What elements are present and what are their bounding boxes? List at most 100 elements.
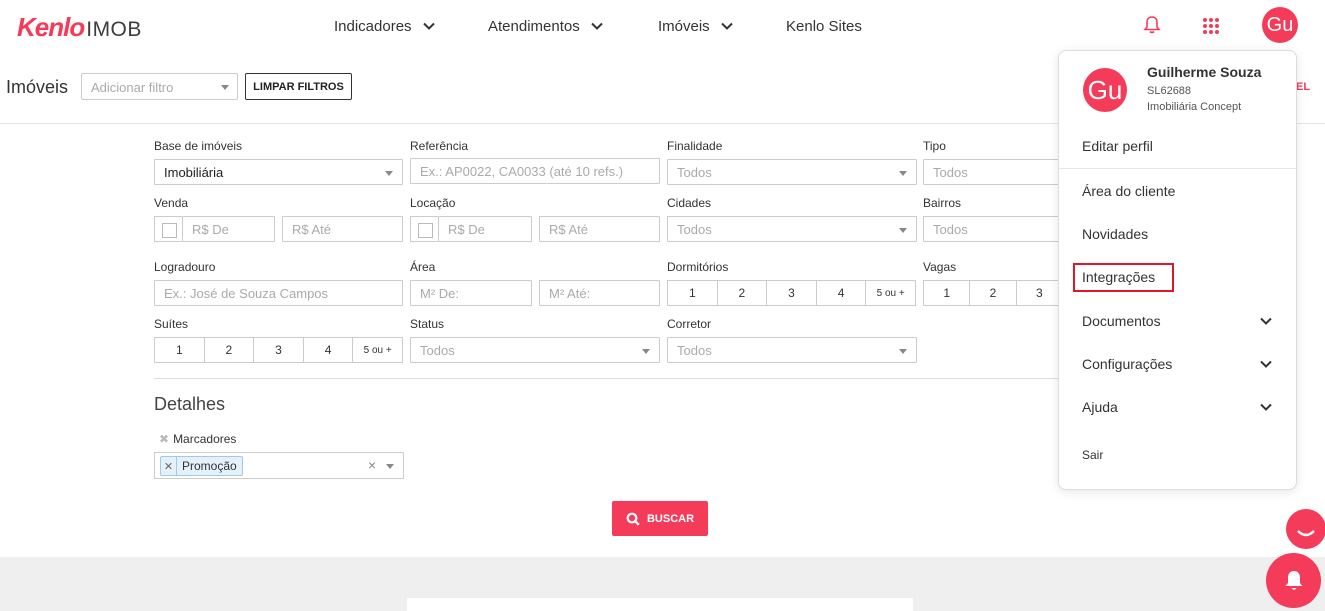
suites-label: Suítes — [154, 317, 189, 331]
search-button[interactable]: BUSCAR — [612, 501, 708, 536]
apps-grid-icon[interactable] — [1200, 15, 1222, 37]
menu-item-news[interactable]: Novidades — [1082, 226, 1148, 242]
suites-option-5-plus[interactable]: 5 ou + — [353, 338, 402, 362]
base-value: Imobiliária — [164, 165, 224, 180]
suites-option-1[interactable]: 1 — [155, 338, 205, 362]
chat-button[interactable] — [1286, 509, 1325, 549]
user-avatar[interactable]: Gu — [1262, 7, 1298, 43]
chevron-down-icon — [590, 19, 604, 33]
venda-from-input[interactable]: R$ De — [182, 216, 275, 242]
locacao-checkbox[interactable] — [410, 216, 438, 242]
page-title: Imóveis — [6, 77, 69, 97]
marcadores-select[interactable]: ✕ Promoção × — [154, 452, 404, 479]
status-placeholder: Todos — [420, 343, 455, 358]
menu-divider — [1059, 168, 1296, 169]
dormitorios-option-1[interactable]: 1 — [668, 281, 718, 305]
user-code: SL62688 — [1147, 85, 1192, 97]
nav-atendimentos-label: Atendimentos — [488, 17, 580, 35]
base-select[interactable]: Imobiliária — [154, 159, 403, 185]
kenlo-logo[interactable]: Kenlo IMOB — [17, 12, 142, 42]
dormitorios-option-2[interactable]: 2 — [718, 281, 768, 305]
remove-filter-icon[interactable]: ✖ — [159, 432, 169, 446]
details-title: Detalhes — [154, 394, 226, 414]
locacao-from-input[interactable]: R$ De — [438, 216, 532, 242]
suites-option-2[interactable]: 2 — [205, 338, 255, 362]
tag-chip: ✕ Promoção — [160, 456, 243, 476]
logo-product: IMOB — [86, 18, 142, 41]
add-filter-select[interactable]: Adicionar filtro — [81, 73, 238, 100]
locacao-to-placeholder: R$ Até — [549, 222, 589, 237]
bell-icon — [1285, 570, 1302, 590]
status-select[interactable]: Todos — [410, 337, 660, 363]
nav-imoveis-label: Imóveis — [658, 17, 710, 35]
suites-option-3[interactable]: 3 — [254, 338, 304, 362]
caret-down-icon — [899, 228, 907, 233]
venda-label: Venda — [154, 196, 189, 210]
caret-down-icon — [221, 85, 229, 90]
finalidade-placeholder: Todos — [677, 165, 712, 180]
locacao-label: Locação — [410, 196, 456, 210]
corretor-placeholder: Todos — [677, 343, 712, 358]
marcadores-label: Marcadores — [173, 432, 237, 446]
menu-item-documents[interactable]: Documentos — [1082, 313, 1161, 329]
chevron-down-icon — [1259, 357, 1273, 371]
nav-atendimentos[interactable]: Atendimentos — [488, 0, 604, 52]
caret-down-icon — [899, 171, 907, 176]
nav-kenlo-sites[interactable]: Kenlo Sites — [786, 0, 862, 52]
corretor-select[interactable]: Todos — [667, 337, 917, 363]
logradouro-label: Logradouro — [154, 260, 216, 274]
logradouro-input[interactable]: Ex.: José de Souza Campos — [154, 280, 403, 306]
area-from-input[interactable]: M² De: — [410, 280, 532, 306]
referencia-placeholder: Ex.: AP0022, CA0033 (até 10 refs.) — [420, 164, 624, 179]
nav-indicadores[interactable]: Indicadores — [334, 0, 436, 52]
caret-down-icon — [386, 464, 394, 469]
dormitorios-option-3[interactable]: 3 — [767, 281, 817, 305]
referencia-label: Referência — [410, 139, 469, 153]
base-label: Base de imóveis — [154, 139, 243, 153]
menu-item-edit-profile[interactable]: Editar perfil — [1082, 138, 1153, 154]
bairros-placeholder: Todos — [933, 222, 968, 237]
area-to-input[interactable]: M² Até: — [539, 280, 660, 306]
tipo-label: Tipo — [923, 139, 946, 153]
bairros-label: Bairros — [923, 196, 962, 210]
notification-bell-icon[interactable] — [1141, 14, 1163, 36]
tipo-select[interactable]: Todos — [923, 159, 1063, 185]
clear-icon[interactable]: × — [368, 457, 376, 473]
menu-item-logout[interactable]: Sair — [1082, 448, 1103, 462]
nav-imoveis[interactable]: Imóveis — [658, 0, 734, 52]
cidades-select[interactable]: Todos — [667, 216, 917, 242]
top-navbar: Kenlo IMOB Indicadores Atendimentos Imóv… — [0, 0, 1325, 52]
user-company: Imobiliária Concept — [1147, 101, 1242, 113]
caret-down-icon — [899, 349, 907, 354]
dormitorios-option-5-plus[interactable]: 5 ou + — [866, 281, 915, 305]
vagas-option-2[interactable]: 2 — [970, 281, 1017, 305]
finalidade-label: Finalidade — [667, 139, 723, 153]
area-label: Área — [410, 260, 436, 274]
remove-tag-icon[interactable]: ✕ — [161, 457, 177, 475]
menu-item-settings[interactable]: Configurações — [1082, 356, 1172, 372]
bairros-select[interactable]: Todos — [923, 216, 1063, 242]
vagas-option-1[interactable]: 1 — [924, 281, 971, 305]
add-filter-placeholder: Adicionar filtro — [91, 80, 174, 95]
finalidade-select[interactable]: Todos — [667, 159, 917, 185]
locacao-to-input[interactable]: R$ Até — [539, 216, 660, 242]
menu-item-integrations[interactable]: Integrações — [1082, 269, 1155, 285]
vagas-option-3[interactable]: 3 — [1017, 281, 1062, 305]
floating-notification-button[interactable] — [1266, 553, 1321, 608]
suites-option-4[interactable]: 4 — [304, 338, 354, 362]
venda-to-input[interactable]: R$ Até — [282, 216, 403, 242]
venda-checkbox[interactable] — [154, 216, 182, 242]
vagas-selector: 1 2 3 — [923, 280, 1063, 306]
partially-hidden-link[interactable]: EL — [1296, 81, 1310, 93]
menu-item-client-area[interactable]: Área do cliente — [1082, 183, 1175, 199]
referencia-input[interactable]: Ex.: AP0022, CA0033 (até 10 refs.) — [410, 158, 660, 184]
chat-icon — [1297, 530, 1315, 537]
search-button-label: BUSCAR — [646, 512, 695, 525]
menu-item-help[interactable]: Ajuda — [1082, 399, 1118, 415]
clear-filters-button[interactable]: LIMPAR FILTROS — [245, 73, 352, 100]
user-name: Guilherme Souza — [1147, 64, 1262, 80]
chevron-down-icon — [422, 19, 436, 33]
nav-kenlo-sites-label: Kenlo Sites — [786, 17, 862, 35]
dormitorios-option-4[interactable]: 4 — [817, 281, 867, 305]
user-menu-avatar: Gu — [1083, 68, 1127, 112]
